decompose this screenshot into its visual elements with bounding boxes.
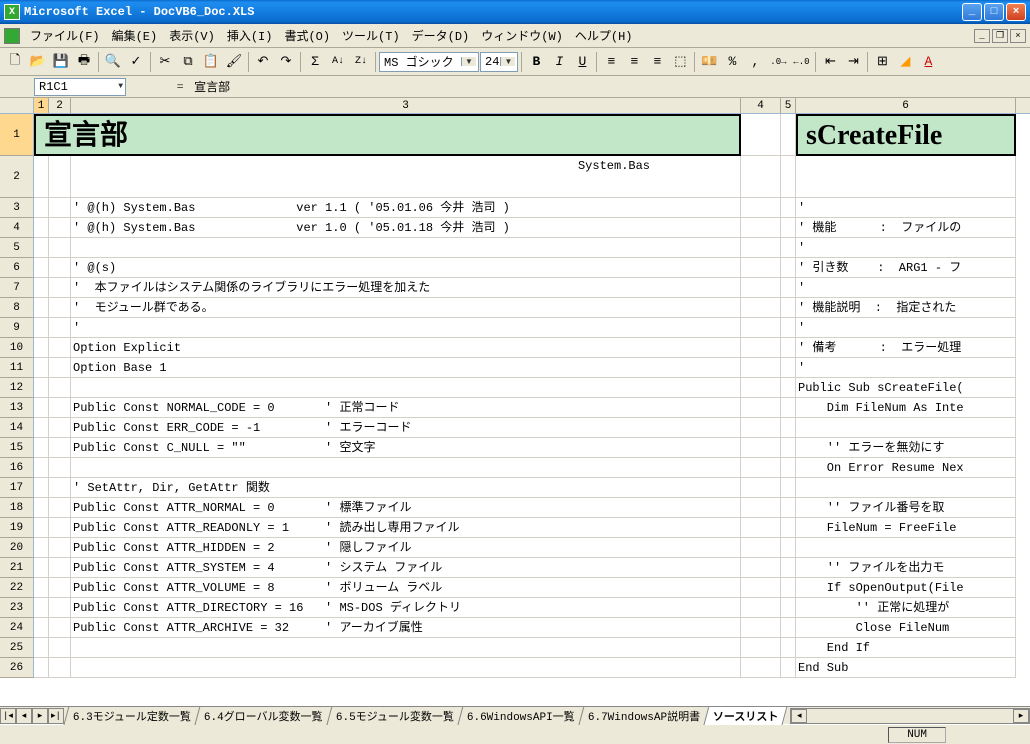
font-size-select[interactable]: 24: [480, 52, 518, 72]
doc-minimize[interactable]: _: [974, 29, 990, 43]
name-box[interactable]: R1C1: [34, 78, 126, 96]
row-1: 1 宣言部 sCreateFile: [0, 114, 1030, 156]
tab-last-icon[interactable]: ▸|: [48, 708, 64, 724]
menu-file[interactable]: ファイル(F): [24, 25, 106, 46]
menu-help[interactable]: ヘルプ(H): [569, 25, 639, 46]
formula-value: 宣言部: [194, 78, 230, 95]
status-bar: NUM: [0, 724, 1030, 744]
print-preview-icon[interactable]: 🔍: [102, 51, 124, 73]
align-left-icon[interactable]: ≡: [600, 51, 622, 73]
new-icon[interactable]: 🗋: [4, 51, 26, 73]
decrease-indent-icon[interactable]: ⇤: [819, 51, 841, 73]
menu-data[interactable]: データ(D): [406, 25, 476, 46]
col-header-6[interactable]: 6: [796, 98, 1016, 113]
sheet-tab-strip: |◂ ◂ ▸ ▸| 6.3モジュール定数一覧 6.4グローバル変数一覧 6.5モ…: [0, 706, 1030, 724]
italic-icon[interactable]: I: [548, 51, 570, 73]
open-icon[interactable]: 📂: [27, 51, 49, 73]
sheet-tab[interactable]: 6.7WindowsAP説明書: [578, 706, 709, 725]
sheet-tab[interactable]: 6.6WindowsAPI一覧: [457, 706, 584, 725]
decrease-decimal-icon[interactable]: ←.0: [790, 51, 812, 73]
menu-edit[interactable]: 編集(E): [106, 25, 164, 46]
formula-bar: R1C1 = 宣言部: [0, 76, 1030, 98]
fx-label: =: [176, 79, 184, 94]
percent-icon[interactable]: %: [721, 51, 743, 73]
menu-tools[interactable]: ツール(T): [336, 25, 406, 46]
fill-color-icon[interactable]: ◢: [894, 51, 916, 73]
sort-asc-icon[interactable]: A↓: [327, 51, 349, 73]
autosum-icon[interactable]: Σ: [304, 51, 326, 73]
paste-icon[interactable]: 📋: [200, 51, 222, 73]
row-2: 2 System.Bas: [0, 156, 1030, 198]
sheet-tab[interactable]: 6.3モジュール定数一覧: [63, 706, 200, 725]
tab-first-icon[interactable]: |◂: [0, 708, 16, 724]
menu-insert[interactable]: 挿入(I): [221, 25, 279, 46]
font-name-select[interactable]: MS ゴシック: [379, 52, 479, 72]
spell-icon[interactable]: ✓: [125, 51, 147, 73]
merge-icon[interactable]: ⬚: [669, 51, 691, 73]
standard-toolbar: 🗋 📂 💾 🖶 🔍 ✓ ✂ ⧉ 📋 🖌 ↶ ↷ Σ A↓ Z↓ MS ゴシック …: [0, 48, 1030, 76]
doc-restore[interactable]: ❐: [992, 29, 1008, 43]
menu-view[interactable]: 表示(V): [163, 25, 221, 46]
align-center-icon[interactable]: ≡: [623, 51, 645, 73]
comma-icon[interactable]: ,: [744, 51, 766, 73]
sheet-tab-active[interactable]: ソースリスト: [703, 706, 788, 725]
sort-desc-icon[interactable]: Z↓: [350, 51, 372, 73]
col-header-1[interactable]: 1: [34, 98, 49, 113]
cell-title-right[interactable]: sCreateFile: [796, 114, 1016, 156]
menu-window[interactable]: ウィンドウ(W): [475, 25, 569, 46]
print-icon[interactable]: 🖶: [73, 51, 95, 73]
maximize-button[interactable]: □: [984, 3, 1004, 21]
spreadsheet-grid[interactable]: 1 2 3 4 5 6 1 宣言部 sCreateFile 2 System.B…: [0, 98, 1030, 706]
col-header-5[interactable]: 5: [781, 98, 796, 113]
select-all-corner[interactable]: [0, 98, 34, 113]
col-header-4[interactable]: 4: [741, 98, 781, 113]
close-button[interactable]: ×: [1006, 3, 1026, 21]
scroll-right-icon[interactable]: ▸: [1013, 709, 1029, 723]
minimize-button[interactable]: _: [962, 3, 982, 21]
scroll-left-icon[interactable]: ◂: [791, 709, 807, 723]
column-headers: 1 2 3 4 5 6: [0, 98, 1030, 114]
sheet-tab[interactable]: 6.4グローバル変数一覧: [195, 706, 333, 725]
align-right-icon[interactable]: ≡: [646, 51, 668, 73]
excel-icon: X: [4, 4, 20, 20]
status-num: NUM: [888, 727, 946, 743]
borders-icon[interactable]: ⊞: [871, 51, 893, 73]
row-header-2[interactable]: 2: [0, 156, 34, 198]
col-header-2[interactable]: 2: [49, 98, 71, 113]
title-bar: X Microsoft Excel - DocVB6_Doc.XLS _ □ ×: [0, 0, 1030, 24]
redo-icon[interactable]: ↷: [275, 51, 297, 73]
sheet-tab[interactable]: 6.5モジュール変数一覧: [326, 706, 463, 725]
tab-next-icon[interactable]: ▸: [32, 708, 48, 724]
cell-title-left[interactable]: 宣言部: [34, 114, 741, 156]
window-title: Microsoft Excel - DocVB6_Doc.XLS: [24, 5, 962, 19]
doc-close[interactable]: ×: [1010, 29, 1026, 43]
increase-indent-icon[interactable]: ⇥: [842, 51, 864, 73]
col-header-3[interactable]: 3: [71, 98, 741, 113]
format-painter-icon[interactable]: 🖌: [223, 51, 245, 73]
copy-icon[interactable]: ⧉: [177, 51, 199, 73]
increase-decimal-icon[interactable]: .0→: [767, 51, 789, 73]
bold-icon[interactable]: B: [525, 51, 547, 73]
undo-icon[interactable]: ↶: [252, 51, 274, 73]
cell-system-bas[interactable]: System.Bas: [71, 156, 741, 198]
tab-prev-icon[interactable]: ◂: [16, 708, 32, 724]
cut-icon[interactable]: ✂: [154, 51, 176, 73]
save-icon[interactable]: 💾: [50, 51, 72, 73]
font-color-icon[interactable]: A: [917, 51, 939, 73]
currency-icon[interactable]: 💴: [698, 51, 720, 73]
underline-icon[interactable]: U: [571, 51, 593, 73]
doc-icon: [4, 28, 20, 44]
menu-format[interactable]: 書式(O): [278, 25, 336, 46]
menu-bar: ファイル(F) 編集(E) 表示(V) 挿入(I) 書式(O) ツール(T) デ…: [0, 24, 1030, 48]
row-header-1[interactable]: 1: [0, 114, 34, 156]
horizontal-scrollbar[interactable]: ◂ ▸: [790, 708, 1030, 724]
